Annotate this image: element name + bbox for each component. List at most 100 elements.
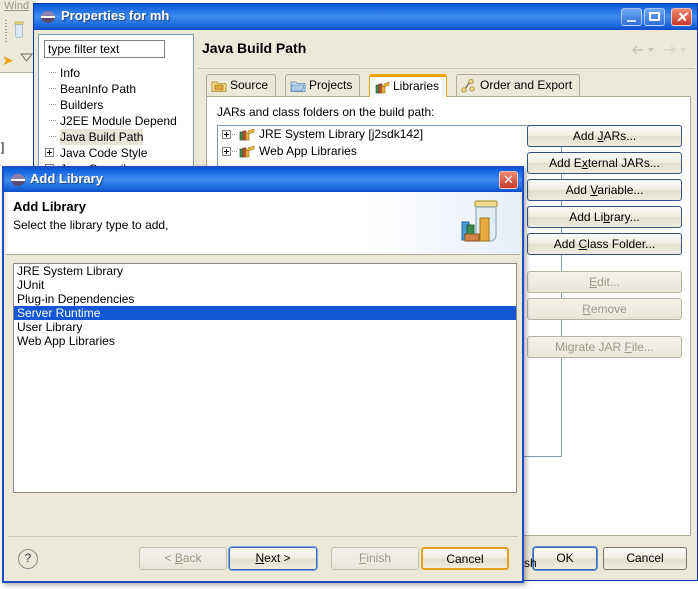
- forward-dropdown-caret-icon: [680, 48, 686, 52]
- library-books-icon: [239, 128, 255, 141]
- tree-connector: [49, 72, 56, 73]
- tree-item-label: Builders: [60, 98, 104, 112]
- source-folder-icon: [211, 81, 227, 92]
- table-row[interactable]: JRE System Library [j2sdk142]: [218, 126, 561, 143]
- expand-plus-icon[interactable]: [45, 148, 54, 157]
- editor-text-fragment: ]: [1, 140, 5, 154]
- dialog-heading: Add Library: [13, 199, 86, 214]
- add-library-title-text: Add Library: [30, 171, 103, 186]
- tab-label: Projects: [309, 78, 353, 92]
- library-type-list[interactable]: JRE System Library JUnit Plug-in Depende…: [13, 263, 517, 493]
- properties-title-bar[interactable]: Properties for mh ✕: [34, 4, 697, 31]
- button-group-gap: [527, 325, 682, 336]
- tree-item-beaninfo-path[interactable]: BeanInfo Path: [43, 81, 191, 97]
- close-icon: ✕: [675, 9, 688, 25]
- properties-title-text: Properties for mh: [61, 8, 170, 23]
- expand-plus-icon[interactable]: [222, 147, 231, 156]
- tab-label: Order and Export: [480, 78, 573, 92]
- migrate-jar-file-button[interactable]: Migrate JAR File...: [527, 336, 682, 358]
- close-button[interactable]: ✕: [671, 8, 692, 26]
- tree-connector: [49, 120, 56, 121]
- tab-order-and-export[interactable]: Order and Export: [456, 74, 581, 97]
- finish-button[interactable]: Finish: [331, 547, 419, 570]
- eclipse-globe-icon: [41, 11, 55, 23]
- dialog-subheading: Select the library type to add,: [13, 218, 169, 232]
- filter-input[interactable]: type filter text: [44, 40, 165, 58]
- cancel-button[interactable]: Cancel: [603, 547, 687, 570]
- navigation-arrows[interactable]: [631, 42, 689, 58]
- add-variable-button[interactable]: Add Variable...: [527, 179, 682, 201]
- tree-item-info[interactable]: Info: [43, 65, 191, 81]
- tree-connector: [232, 134, 238, 135]
- eclipse-globe-icon: [11, 174, 25, 186]
- build-path-tabs: Source Projects Libraries Order and Expo…: [206, 74, 691, 97]
- library-action-buttons: Add JARs... Add External JARs... Add Var…: [527, 125, 682, 363]
- list-item[interactable]: JUnit: [14, 278, 516, 292]
- menu-window[interactable]: Wind: [4, 0, 29, 12]
- list-item[interactable]: JRE System Library: [14, 264, 516, 278]
- ok-button[interactable]: OK: [532, 546, 598, 571]
- forward-arrow-icon: [663, 45, 676, 55]
- edit-button[interactable]: Edit...: [527, 271, 682, 293]
- tree-item-label: BeanInfo Path: [60, 82, 137, 96]
- tree-item-builders[interactable]: Builders: [43, 97, 191, 113]
- tree-item-label: Java Code Style: [60, 146, 148, 160]
- add-library-dialog: Add Library ✕ Add Library Select the lib…: [2, 166, 524, 583]
- yellow-arrow-icon[interactable]: ➤: [2, 52, 18, 68]
- add-library-title-bar[interactable]: Add Library ✕: [4, 168, 522, 192]
- next-button[interactable]: Next >: [228, 546, 318, 571]
- list-item[interactable]: User Library: [14, 320, 516, 334]
- help-button[interactable]: ?: [18, 549, 38, 569]
- add-library-button[interactable]: Add Library...: [527, 206, 682, 228]
- title-divider: [198, 68, 695, 69]
- back-arrow-icon: [632, 45, 643, 55]
- tab-label: Source: [230, 78, 269, 92]
- list-item[interactable]: Plug-in Dependencies: [14, 292, 516, 306]
- libraries-books-icon: [375, 81, 390, 94]
- entry-label: JRE System Library [j2sdk142]: [259, 127, 424, 141]
- order-export-icon: [461, 78, 475, 93]
- minimize-icon: [627, 20, 636, 22]
- add-jars-button[interactable]: Add JARs...: [527, 125, 682, 147]
- tree-item-label: Java Build Path: [60, 129, 144, 145]
- tab-libraries[interactable]: Libraries: [369, 74, 448, 97]
- chevron-down-icon[interactable]: [20, 53, 33, 62]
- tree-connector: [49, 104, 56, 105]
- back-dropdown-caret-icon: [648, 48, 654, 52]
- panel-label: JARs and class folders on the build path…: [217, 105, 435, 119]
- tree-item-java-build-path[interactable]: Java Build Path: [43, 129, 191, 145]
- cancel-button[interactable]: Cancel: [421, 547, 509, 570]
- jar-icon[interactable]: [12, 21, 26, 39]
- list-item-selected[interactable]: Server Runtime: [14, 306, 516, 320]
- minimize-button[interactable]: [621, 8, 642, 26]
- button-group-gap: [527, 260, 682, 271]
- expand-plus-icon[interactable]: [222, 130, 231, 139]
- tree-item-label: J2EE Module Depend: [60, 114, 177, 128]
- close-icon[interactable]: ✕: [499, 171, 518, 189]
- library-books-icon: [239, 145, 255, 158]
- tree-item-label: Info: [60, 66, 81, 80]
- tree-item-java-code-style[interactable]: Java Code Style: [43, 145, 191, 161]
- ide-menu-bar: Wind: [0, 0, 36, 17]
- list-item[interactable]: Web App Libraries: [14, 334, 516, 348]
- behind-window-text-fragment: sh: [524, 556, 537, 570]
- back-button[interactable]: < Back: [139, 547, 227, 570]
- tree-connector: [49, 88, 56, 89]
- tree-connector: [49, 136, 56, 137]
- projects-folder-icon: [290, 81, 306, 92]
- add-class-folder-button[interactable]: Add Class Folder...: [527, 233, 682, 255]
- toolbar-grip[interactable]: [5, 20, 7, 42]
- add-library-header: Add Library Select the library type to a…: [6, 192, 520, 255]
- remove-button[interactable]: Remove: [527, 298, 682, 320]
- entry-label: Web App Libraries: [259, 144, 357, 158]
- tab-label: Libraries: [393, 79, 440, 93]
- tab-source[interactable]: Source: [206, 74, 277, 97]
- maximize-button[interactable]: [644, 8, 665, 26]
- tab-projects[interactable]: Projects: [285, 74, 361, 97]
- page-title: Java Build Path: [202, 40, 307, 56]
- ide-toolbar: [0, 16, 36, 51]
- footer-divider: [8, 536, 518, 537]
- add-external-jars-button[interactable]: Add External JARs...: [527, 152, 682, 174]
- tree-item-j2ee-module-dependencies[interactable]: J2EE Module Depend: [43, 113, 191, 129]
- table-row[interactable]: Web App Libraries: [218, 143, 561, 160]
